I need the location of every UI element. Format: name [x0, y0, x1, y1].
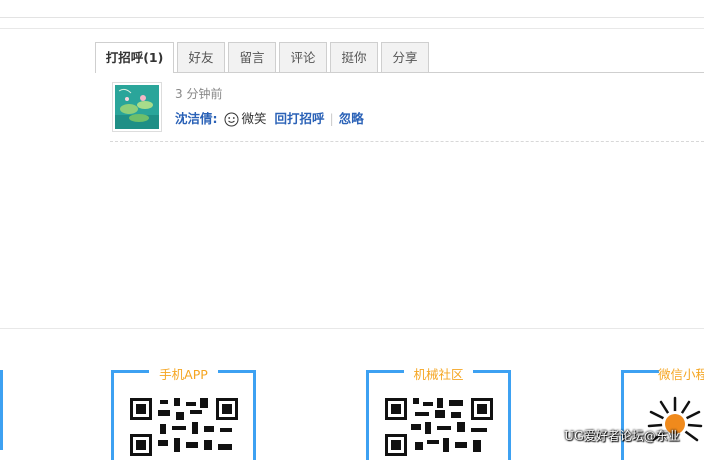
tab-support[interactable]: 挺你: [330, 42, 378, 72]
tab-comments[interactable]: 评论: [279, 42, 327, 72]
top-divider-2: [0, 28, 704, 29]
greeting-text: 沈洁倩: 微笑 回打招呼 | 忽略: [175, 108, 364, 130]
greeting-notification: 3 分钟前 沈洁倩: 微笑 回打招呼 | 忽略: [110, 82, 704, 142]
qr-card-title: 手机APP: [159, 367, 208, 382]
qr-card-title: 机械社区: [413, 367, 464, 382]
qr-code-icon: [130, 398, 238, 456]
smile-icon: [224, 112, 239, 130]
tab-share[interactable]: 分享: [381, 42, 429, 72]
separator: |: [329, 111, 334, 126]
avatar-image: [115, 85, 159, 129]
footer-divider: [0, 328, 704, 329]
qr-code-icon: [385, 398, 493, 456]
top-divider: [0, 17, 704, 18]
watermark: UG爱好者论坛@东业: [564, 429, 680, 443]
notification-tabs: 打招呼(1) 好友 留言 评论 挺你 分享: [95, 42, 704, 73]
user-link[interactable]: 沈洁倩: [175, 111, 213, 126]
ignore-link[interactable]: 忽略: [339, 111, 364, 126]
qr-card-title: 微信小程: [658, 367, 704, 382]
tab-greeting[interactable]: 打招呼(1): [95, 42, 174, 73]
mini-program-code-icon: [647, 396, 703, 442]
colon: :: [212, 111, 218, 126]
action-text: 微笑: [241, 111, 267, 126]
avatar[interactable]: [112, 82, 162, 132]
tab-messages[interactable]: 留言: [228, 42, 276, 72]
tab-friends[interactable]: 好友: [177, 42, 225, 72]
card-border-fragment: [0, 370, 3, 450]
reply-greeting-link[interactable]: 回打招呼: [275, 111, 325, 126]
timestamp: 3 分钟前: [175, 87, 223, 101]
